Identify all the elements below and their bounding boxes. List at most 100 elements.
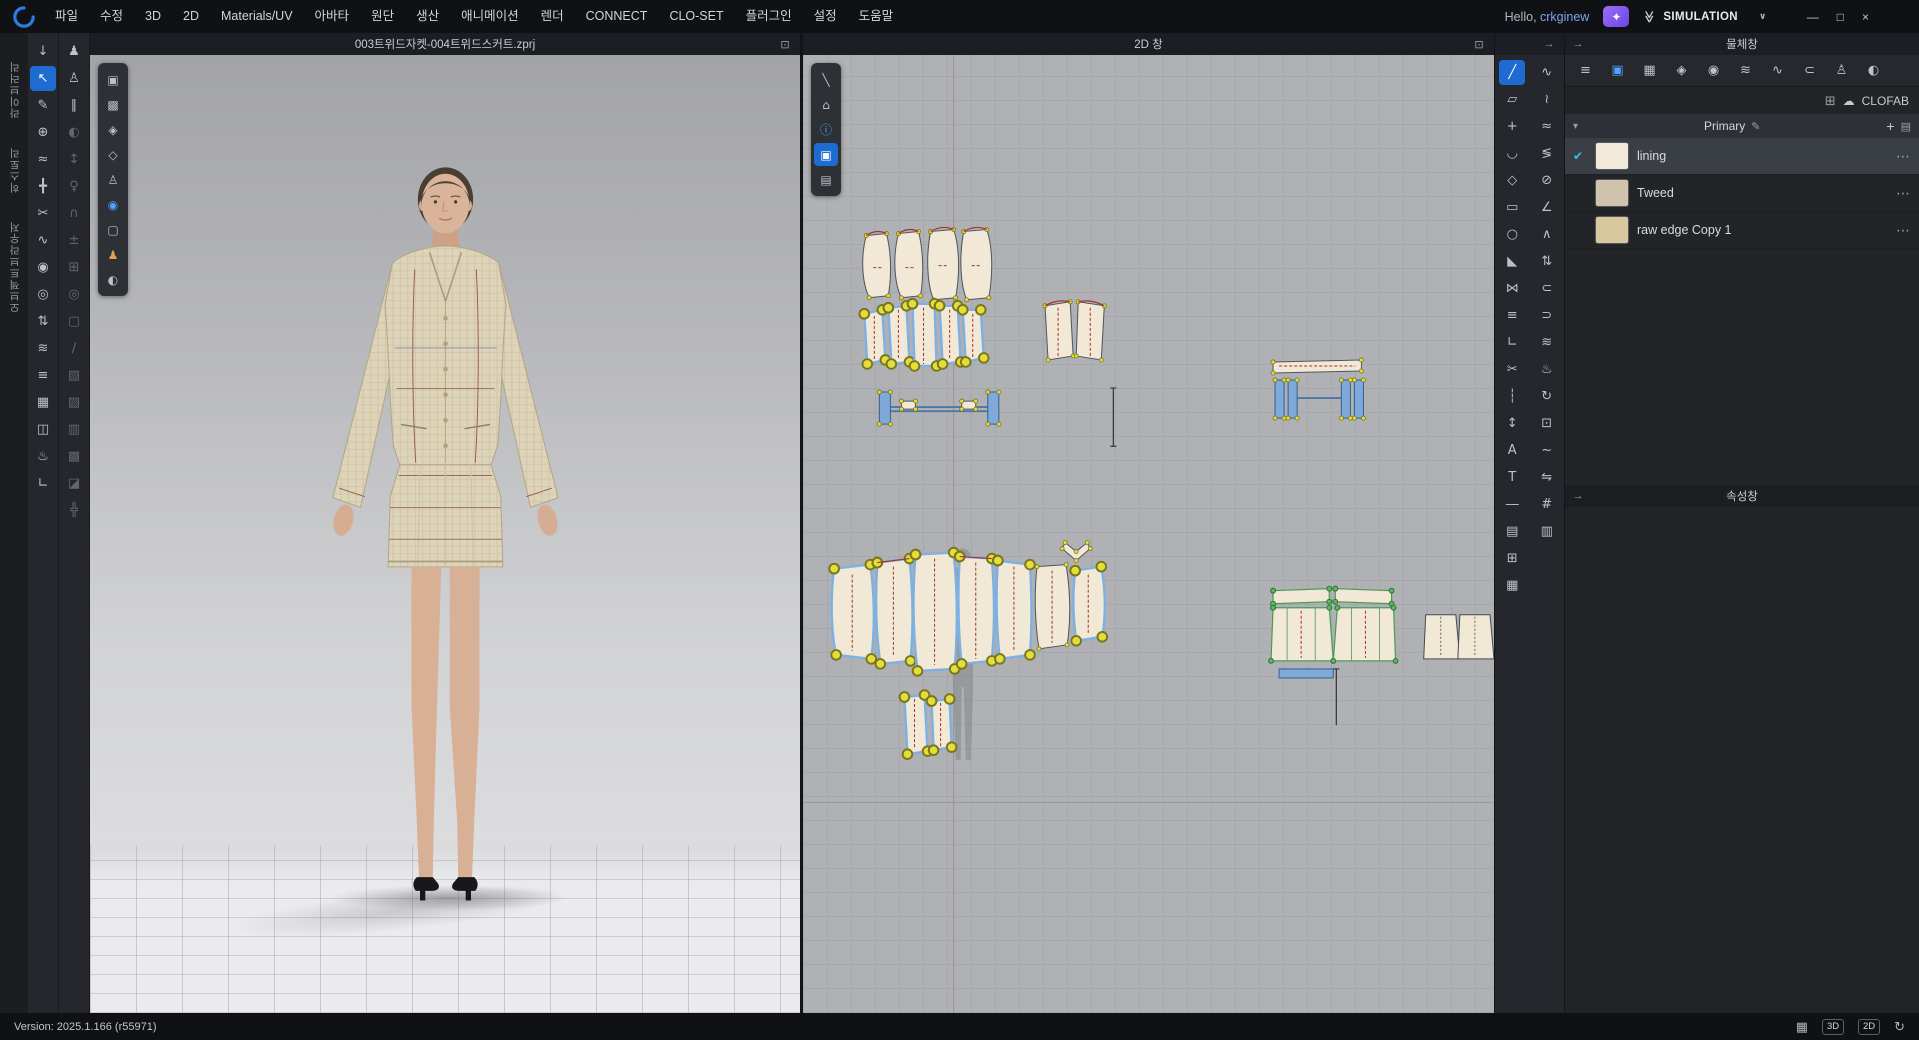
dock-arrow-icon[interactable]: → [1565,38,1591,50]
float-window-icon[interactable]: ⊡ [770,38,800,51]
fabric-more-button[interactable]: ⋯ [1896,222,1911,239]
target-tool[interactable]: ◎ [61,282,87,307]
show-seamlines-toggle[interactable]: ◇ [101,143,125,166]
seam-taping-tool[interactable]: ≡ [30,363,56,388]
internal-line-tool[interactable]: ┆ [1499,384,1525,409]
stamp-tool[interactable]: ◪ [61,471,87,496]
show-mesh-toggle[interactable]: ◈ [101,118,125,141]
avatar-tab[interactable]: ♙ [1827,58,1856,83]
topstitch-tool[interactable]: ≋ [30,336,56,361]
mode-3d-button[interactable]: 3D [1822,1019,1844,1035]
show-sewing-2d-toggle[interactable]: ⌂ [814,93,838,116]
fabric-row[interactable]: ✔lining⋯ [1565,138,1919,175]
maximize-button[interactable]: □ [1837,10,1844,24]
pattern-waistband-pieces[interactable] [1273,360,1363,418]
free-sew-tool[interactable]: ≈ [1534,114,1560,139]
graphic-print-tab[interactable]: ◈ [1667,58,1696,83]
menu-item-7[interactable]: 생산 [405,0,450,33]
menu-item-4[interactable]: Materials/UV [210,0,304,33]
measure-2d-tool[interactable]: ― [1499,492,1525,517]
add-point-tool[interactable]: + [1499,114,1525,139]
clo-logo[interactable] [12,5,36,29]
layer-a-tool[interactable]: ▥ [61,417,87,442]
grainline-tool[interactable]: ↕ [1499,411,1525,436]
fit-map-tool[interactable]: ◐ [61,120,87,145]
rectangle-pattern-tool[interactable]: ▭ [1499,195,1525,220]
render-style-toggle[interactable]: ▣ [101,68,125,91]
segment-sew-tool[interactable]: ≀ [1534,87,1560,112]
menu-item-0[interactable]: 파일 [44,0,89,33]
steam-tool[interactable]: ♨ [30,444,56,469]
pattern-sleeve-pieces[interactable] [863,227,992,299]
texture-tool[interactable]: ▦ [30,390,56,415]
pen-3d-tool[interactable]: ✎ [30,93,56,118]
button-tool[interactable]: ◉ [30,255,56,280]
menu-item-13[interactable]: 설정 [803,0,848,33]
smooth-tool[interactable]: ~ [1534,438,1560,463]
show-fitting-map-toggle[interactable]: ◉ [101,193,125,216]
swatch-a-tool[interactable]: ▧ [61,363,87,388]
fabric-swatch[interactable] [1595,179,1629,207]
close-button[interactable]: × [1862,10,1869,24]
scene-props-tab[interactable]: ◐ [1859,58,1888,83]
mannequin-tool[interactable]: ♀ [61,174,87,199]
circle-pattern-tool[interactable]: ○ [1499,222,1525,247]
puckering-tab[interactable]: ∿ [1763,58,1792,83]
menu-item-5[interactable]: 아바타 [304,0,361,33]
flatten-tool[interactable]: ⊡ [1534,411,1560,436]
piping-tab[interactable]: ⊂ [1795,58,1824,83]
hanger-tool[interactable]: ∩ [61,201,87,226]
wind-tool[interactable]: ≈ [30,147,56,172]
fold-arrangement-tool[interactable]: ∟ [30,471,56,496]
piping-tool[interactable]: ⊂ [1534,276,1560,301]
avatar-pose-tool[interactable]: ♟ [61,39,87,64]
simulate-button[interactable]: ↓ [30,39,56,64]
steam-2d-tool[interactable]: ♨ [1534,357,1560,382]
needle-tool[interactable]: ∕ [61,336,87,361]
fabric-swatch[interactable] [1595,216,1629,244]
object-list-tab[interactable]: ≡ [1571,58,1600,83]
avatar-skin-offset-toggle[interactable]: ♟ [101,243,125,266]
viewport-2d[interactable]: ╲⌂ⓘ▣▤ [803,55,1494,1013]
fabric-swatch[interactable] [1595,142,1629,170]
menu-item-1[interactable]: 수정 [89,0,134,33]
uv-grid-tool[interactable]: ⊞ [61,255,87,280]
gizmo-tool[interactable]: ╋ [30,174,56,199]
minimize-button[interactable]: — [1807,10,1819,24]
board-tool[interactable]: ▢ [61,309,87,334]
grading-tool[interactable]: ▤ [1499,519,1525,544]
pocket-tool[interactable]: ◫ [30,417,56,442]
rotate-layer-tool[interactable]: ↻ [1534,384,1560,409]
align-tool[interactable]: # [1534,492,1560,517]
tape-measure-tool[interactable]: ∥ [61,93,87,118]
mn-sew-tool[interactable]: ≶ [1534,141,1560,166]
pattern-front-bodice-pieces[interactable] [864,304,984,366]
menu-item-11[interactable]: CLO-SET [658,0,734,33]
trace-tool[interactable]: ∟ [1499,330,1525,355]
buttonhole-tool[interactable]: ◎ [30,282,56,307]
menu-item-10[interactable]: CONNECT [575,0,659,33]
measure-line-1[interactable] [1110,388,1116,446]
pin-tool[interactable]: ⊕ [30,120,56,145]
puckering-tool[interactable]: ≋ [1534,330,1560,355]
transform-pattern-tool[interactable]: ╱ [1499,60,1525,85]
dart-tool[interactable]: ◣ [1499,249,1525,274]
section-caret-icon[interactable]: ▾ [1573,121,1578,132]
mirror-tool[interactable]: ⇋ [1534,465,1560,490]
fold-angle-tool[interactable]: ∠ [1534,195,1560,220]
arrow-pose-tool[interactable]: ↕ [61,147,87,172]
avatar-joint-tool[interactable]: ♙ [61,66,87,91]
dock-tab-2[interactable]: 오브젝트브라우저 [7,213,22,321]
fabric-tab[interactable]: ▣ [1603,58,1632,83]
fabric-section-header[interactable]: ▾ Primary ✎ + ▤ [1565,114,1919,138]
button-tab[interactable]: ◉ [1699,58,1728,83]
menu-item-2[interactable]: 3D [134,0,172,33]
pattern-jacket-pieces[interactable] [832,543,1105,671]
menu-item-9[interactable]: 렌더 [530,0,575,33]
garment-skirt[interactable] [388,465,503,567]
detach-sew-tool[interactable]: ⊘ [1534,168,1560,193]
show-avatar-toggle[interactable]: ♙ [101,168,125,191]
menu-item-6[interactable]: 원단 [360,0,405,33]
measure-line-2[interactable] [1333,669,1339,725]
viewport-3d[interactable]: ▣▩◈◇♙◉▢♟◐ [90,55,800,1013]
